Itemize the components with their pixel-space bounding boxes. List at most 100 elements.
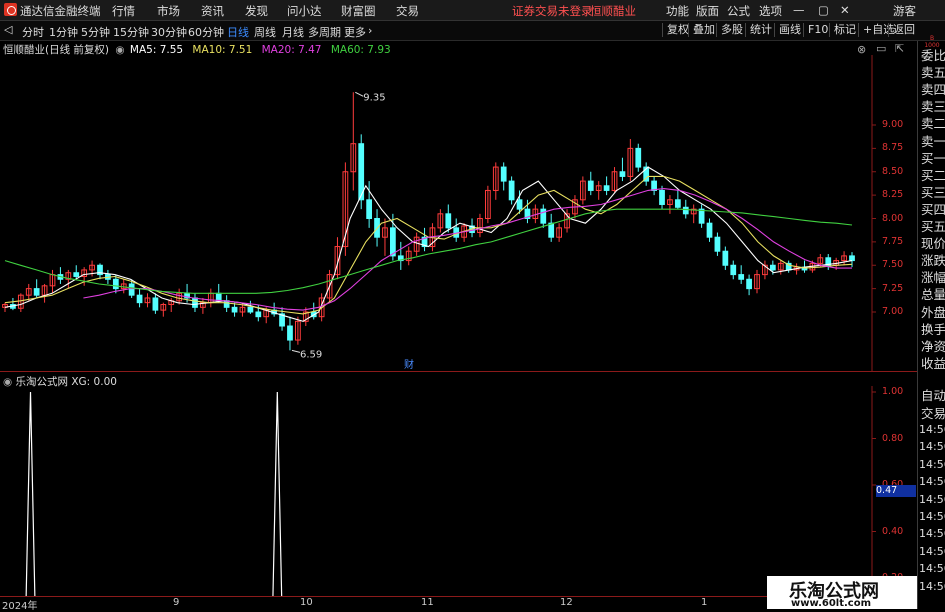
candle-down <box>255 311 262 318</box>
tick-time: 14:56 <box>919 423 945 436</box>
more-chevron-icon[interactable]: › <box>368 24 372 37</box>
x-tick-9: 9 <box>173 597 180 608</box>
period-day[interactable]: 日线 <box>227 24 249 40</box>
maximize-icon[interactable]: ▢ <box>818 3 829 17</box>
low-pointer <box>291 349 301 353</box>
quote-label: 收益 <box>921 355 945 371</box>
y-tick-label: 7.25 <box>882 282 904 294</box>
x-tick-11: 11 <box>421 597 434 608</box>
expand-icon[interactable]: ⇱ <box>895 42 904 55</box>
y-tick-label: 8.50 <box>882 165 904 177</box>
tick-time: 14:56 <box>919 457 945 471</box>
menu-zixun[interactable]: 资讯 <box>201 3 224 19</box>
candle-down <box>738 274 745 280</box>
app-logo-icon <box>4 3 17 16</box>
back-arrow-icon[interactable]: ◁ <box>4 23 12 36</box>
cai-marker: 财 <box>404 358 414 371</box>
candle-down <box>540 208 547 224</box>
period-30min[interactable]: 30分钟 <box>151 24 187 40</box>
candle-down <box>152 297 159 311</box>
candle-down <box>73 272 80 277</box>
menu-hangqing[interactable]: 行情 <box>112 3 135 19</box>
login-warning[interactable]: 证券交易未登录 <box>512 3 593 19</box>
btn-huaxian[interactable]: 画线 <box>774 23 805 37</box>
x-tick-2024: 2024年 <box>2 601 38 612</box>
period-multi[interactable]: 多周期 <box>308 24 341 40</box>
current-value-badge: 0.47 <box>876 485 916 497</box>
candle-down <box>603 185 610 191</box>
candle-down <box>769 264 776 271</box>
indicator-chart[interactable] <box>0 386 917 596</box>
menu-banmian[interactable]: 版面 <box>696 3 719 19</box>
menu-xuanxiang[interactable]: 选项 <box>759 3 782 19</box>
watermark-box: 乐淘公式网 www.60lt.com <box>767 576 917 609</box>
period-toolbar: ◁ 分时 1分钟 5分钟 15分钟 30分钟 60分钟 日线 周线 月线 多周期… <box>0 21 945 41</box>
candle-down <box>366 199 373 220</box>
quote-panel: B 1000 委比 卖五 卖四 卖三 卖二 卖一 买一 买二 买三 买四 买五 现价 涨跌 涨幅 总量 外盘换… <box>917 35 945 609</box>
candle-down <box>659 189 665 205</box>
candle-down <box>128 283 135 296</box>
tick-time: 14:56 <box>919 510 945 523</box>
high-price-label: 9.35 <box>363 92 385 103</box>
candle-down <box>445 213 452 229</box>
candle-down <box>849 255 855 262</box>
candle-down <box>706 222 713 238</box>
trade-label[interactable]: 自动 <box>921 385 945 404</box>
btn-diejia[interactable]: 叠加 <box>688 23 719 37</box>
candle-down <box>33 288 40 296</box>
btn-fanhui[interactable]: 返回 <box>888 23 919 37</box>
candle-down <box>500 166 507 182</box>
candle-down <box>136 294 143 304</box>
period-month[interactable]: 月线 <box>282 24 304 40</box>
y-tick-label: 7.50 <box>882 259 904 271</box>
x-tick-12: 12 <box>560 597 573 608</box>
candle-down <box>674 199 681 208</box>
menu-gongneng[interactable]: 功能 <box>666 3 689 19</box>
y-tick-label: 7.00 <box>882 306 904 317</box>
candle-down <box>215 292 222 302</box>
sub-y-tick-label: 0.80 <box>882 432 904 444</box>
menu-caifuquan[interactable]: 财富圈 <box>341 3 376 19</box>
tick-time: 14:56 <box>919 527 945 541</box>
candle-down <box>722 250 729 266</box>
period-more[interactable]: 更多 <box>344 24 366 40</box>
xg-line <box>25 391 283 596</box>
menu-shichang[interactable]: 市场 <box>157 3 180 19</box>
btn-tongji[interactable]: 统计 <box>745 23 776 37</box>
period-5min[interactable]: 5分钟 <box>81 24 110 40</box>
tick-time: 14:56 <box>919 579 945 593</box>
minimize-icon[interactable]: — <box>793 3 805 17</box>
menu-wenxiaoda[interactable]: 问小达 <box>287 3 322 19</box>
period-15min[interactable]: 15分钟 <box>113 24 149 40</box>
sub-y-tick-label: 1.00 <box>882 386 904 397</box>
tick-time: 14:56 <box>919 475 945 489</box>
candle-down <box>508 180 515 201</box>
tick-time: 14:56 <box>919 492 945 506</box>
menu-jiaoyi[interactable]: 交易 <box>396 3 419 19</box>
period-fenshi[interactable]: 分时 <box>22 24 44 40</box>
period-week[interactable]: 周线 <box>254 24 276 40</box>
candle-down <box>287 325 293 341</box>
watermark-url: www.60lt.com <box>791 598 872 609</box>
period-1min[interactable]: 1分钟 <box>49 24 78 40</box>
candle-down <box>714 236 721 252</box>
y-tick-label: 8.25 <box>882 189 904 201</box>
period-60min[interactable]: 60分钟 <box>188 24 224 40</box>
low-price-label: 6.59 <box>300 349 322 360</box>
trade-label[interactable]: 交易 <box>921 403 945 422</box>
menu-faxian[interactable]: 发现 <box>245 3 268 19</box>
btn-duogu[interactable]: 多股 <box>716 23 747 37</box>
guest-label[interactable]: 游客 <box>893 3 916 19</box>
close-icon[interactable]: ✕ <box>840 3 850 17</box>
candle-down <box>516 199 523 210</box>
y-tick-label: 8.75 <box>882 142 904 154</box>
app-title: 通达信金融终端 <box>20 4 101 18</box>
candle-down <box>635 147 642 168</box>
candlestick-chart[interactable]: 9.35 6.59 财 <box>0 55 917 371</box>
btn-biaoji[interactable]: 标记 <box>829 23 860 37</box>
btn-f10[interactable]: F10 <box>803 23 832 37</box>
collapse-icon[interactable]: ▭ <box>876 42 886 55</box>
candle-down <box>698 208 705 224</box>
high-pointer <box>355 91 364 97</box>
menu-gongshi[interactable]: 公式 <box>727 3 750 19</box>
